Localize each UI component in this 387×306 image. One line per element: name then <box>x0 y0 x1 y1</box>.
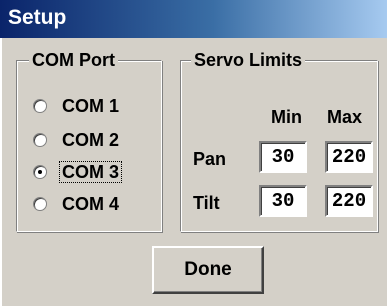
radio-label-com4: COM 4 <box>62 194 120 214</box>
min-column-header: Min <box>271 107 302 127</box>
radio-label-com2: COM 2 <box>62 130 120 150</box>
pan-max-field[interactable] <box>325 141 373 173</box>
radio-label-com3: COM 3 <box>59 161 123 183</box>
window-title: Setup <box>8 6 67 29</box>
tilt-min-field[interactable] <box>259 185 307 217</box>
radio-button-com2[interactable] <box>33 133 47 147</box>
tilt-max-field[interactable] <box>325 185 373 217</box>
radio-button-com3[interactable] <box>33 165 47 179</box>
com-port-group: COM Port COM 1 COM 2 COM 3 COM 4 <box>16 50 162 232</box>
com-port-group-label: COM Port <box>29 50 118 70</box>
dialog-body: COM Port COM 1 COM 2 COM 3 COM 4 Servo L… <box>0 38 387 306</box>
max-column-header: Max <box>327 107 363 127</box>
radio-com1[interactable]: COM 1 <box>33 93 122 119</box>
radio-com3[interactable]: COM 3 <box>33 159 123 185</box>
radio-com2[interactable]: COM 2 <box>33 127 122 153</box>
servo-limits-group: Servo Limits Min Max Pan Tilt <box>180 50 378 232</box>
pan-min-field[interactable] <box>259 141 307 173</box>
radio-label-com1: COM 1 <box>62 96 120 116</box>
radio-button-com1[interactable] <box>33 99 47 113</box>
title-bar[interactable]: Setup <box>0 0 387 38</box>
pan-label: Pan <box>193 149 227 169</box>
tilt-label: Tilt <box>193 193 220 213</box>
servo-limits-group-label: Servo Limits <box>191 50 306 70</box>
done-button[interactable]: Done <box>152 246 264 294</box>
radio-com4[interactable]: COM 4 <box>33 191 122 217</box>
radio-button-com4[interactable] <box>33 197 47 211</box>
